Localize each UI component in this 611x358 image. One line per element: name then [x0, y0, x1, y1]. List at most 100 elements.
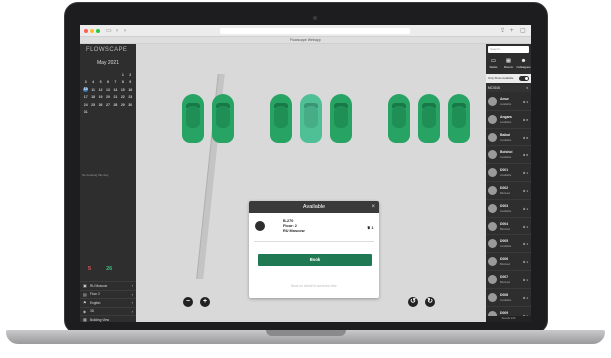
calendar-day[interactable]: 20 [104, 94, 111, 102]
list-item[interactable]: Bolshoi Available ♛ 8 [486, 146, 531, 165]
calendar-day[interactable]: 13 [104, 86, 111, 94]
search-input[interactable]: Search... [488, 46, 529, 53]
list-item[interactable]: D005 Available ♛ 1 [486, 235, 531, 254]
calendar-day[interactable]: 11 [89, 86, 96, 94]
resource-status: Available [500, 173, 512, 178]
calendar-day[interactable]: 29 [119, 101, 126, 109]
resource-avatar-icon [488, 257, 497, 267]
parking-spot[interactable] [270, 94, 292, 143]
parking-spot[interactable] [182, 94, 204, 143]
resource-name: Bolshoi [500, 150, 513, 155]
view-tab[interactable]: ▭ Desks [486, 56, 501, 72]
booking-counts: 5 26 [88, 266, 112, 272]
calendar-day[interactable]: 1 [119, 71, 126, 79]
book-on-behalf-link[interactable]: Book on behalf of someone else [249, 284, 379, 288]
calendar-day[interactable]: 7 [112, 79, 119, 87]
menu-item[interactable]: ▣ RU Moscow › [80, 281, 136, 290]
menu-item-label: Floor 2 [90, 292, 100, 297]
calendar-day [112, 71, 119, 79]
resource-name: D006 [500, 257, 509, 262]
calendar-day[interactable]: 8 [119, 79, 126, 87]
zoom-out-button[interactable]: − [183, 297, 193, 307]
share-icon[interactable]: ⇪ [500, 27, 505, 35]
maximize-window-icon[interactable] [96, 29, 100, 33]
only-available-toggle[interactable] [519, 76, 529, 81]
resource-status: Available [500, 102, 512, 106]
resource-name: Baikal [500, 132, 510, 137]
calendar-day[interactable]: 5 [97, 79, 104, 87]
parking-spot[interactable] [212, 94, 234, 143]
calendar-day[interactable]: 4 [89, 79, 96, 87]
tabs-overview-icon[interactable]: ▢ [520, 27, 526, 35]
book-button[interactable]: Book [258, 254, 372, 266]
calendar-day[interactable]: 23 [127, 94, 134, 102]
parking-spot[interactable] [388, 94, 410, 143]
list-item[interactable]: D002 Blocked ♛ 1 [486, 182, 531, 200]
parking-spot[interactable] [418, 94, 440, 143]
only-available-label: Only Show Available [488, 76, 514, 80]
view-tab[interactable]: ▦ Rooms [501, 56, 516, 72]
list-item[interactable]: Baikal Available ♛ 8 [486, 129, 531, 147]
zoom-in-button[interactable]: + [200, 297, 210, 307]
menu-item[interactable]: ⚑ English › [80, 298, 136, 307]
calendar-day[interactable]: 21 [112, 94, 119, 102]
menu-item[interactable]: ◈ 3D › [80, 306, 136, 316]
calendar-day[interactable]: 25 [89, 101, 96, 109]
minimize-window-icon[interactable] [90, 29, 94, 33]
no-booking-text: No booking this day [82, 173, 109, 177]
menu-item[interactable]: ▦ Building View [80, 315, 136, 322]
parking-spot-selected[interactable] [300, 94, 322, 143]
tab-title[interactable]: Flowscape Webapp [290, 37, 321, 44]
calendar-day[interactable]: 24 [82, 101, 89, 109]
new-tab-icon[interactable]: + [510, 27, 514, 35]
menu-item[interactable]: ▤ Floor 2 › [80, 289, 136, 299]
calendar-day[interactable]: 15 [119, 86, 126, 94]
list-item[interactable]: D008 Available ♛ 1 [486, 289, 531, 307]
list-item[interactable]: D003 Available ♛ 1 [486, 200, 531, 218]
rotate-right-button[interactable]: ↻ [425, 297, 435, 307]
calendar-day[interactable]: 16 [127, 86, 134, 94]
resource-status: Available [500, 297, 512, 302]
sidebar-toggle-icon[interactable]: ▭ [106, 27, 112, 35]
rotate-left-button[interactable]: ↺ [408, 297, 418, 307]
list-item[interactable]: D007 Blocked ♛ 1 [486, 271, 531, 289]
calendar-day[interactable]: 27 [104, 101, 111, 109]
list-item[interactable]: Angara Available ♛ 8 [486, 111, 531, 129]
calendar-day[interactable]: 12 [97, 86, 104, 94]
calendar-day[interactable]: 28 [112, 101, 119, 109]
back-icon[interactable]: ‹ [116, 27, 118, 35]
list-item[interactable]: Amur Available ♛ 4 [486, 93, 531, 111]
resource-name: Amur [500, 97, 509, 101]
calendar-day[interactable]: 18 [89, 94, 96, 102]
parking-spot[interactable] [330, 94, 352, 143]
calendar-day[interactable]: 30 [127, 101, 134, 109]
calendar-day[interactable]: 14 [112, 86, 119, 94]
parking-spot[interactable] [448, 94, 470, 143]
calendar-day[interactable]: 22 [119, 94, 126, 102]
resource-name: D001 [500, 168, 509, 173]
view-tab[interactable]: ☻ Colleagues [516, 56, 531, 72]
calendar-day[interactable]: 9 [127, 79, 134, 87]
calendar-day[interactable]: 31 [82, 109, 89, 117]
close-window-icon[interactable] [84, 29, 88, 33]
calendar-day[interactable]: 19 [97, 94, 104, 102]
resource-status: Blocked [500, 190, 510, 195]
list-item[interactable]: D006 Blocked ♛ 1 [486, 253, 531, 271]
calendar-day[interactable]: 3 [82, 79, 89, 87]
brand-logo: FLOWSCAPE [86, 47, 128, 53]
calendar-day[interactable]: 6 [104, 79, 111, 87]
calendar-day[interactable]: 10 [82, 86, 89, 94]
camera-icon [313, 16, 317, 20]
resource-name: D005 [500, 239, 509, 244]
forward-icon[interactable]: › [124, 27, 126, 35]
calendar-day [104, 71, 111, 79]
calendar-day[interactable]: 26 [97, 101, 104, 109]
list-item[interactable]: D001 Available ♛ 1 [486, 164, 531, 182]
close-icon[interactable]: × [371, 201, 375, 213]
calendar-day[interactable]: 17 [82, 94, 89, 102]
group-header[interactable]: MC0106 ▾ [486, 85, 531, 92]
list-item[interactable]: D004 Blocked ♛ 1 [486, 218, 531, 236]
calendar-day[interactable]: 2 [127, 71, 134, 79]
address-bar[interactable] [220, 28, 410, 34]
resource-capacity: ♛ 1 [522, 260, 528, 265]
